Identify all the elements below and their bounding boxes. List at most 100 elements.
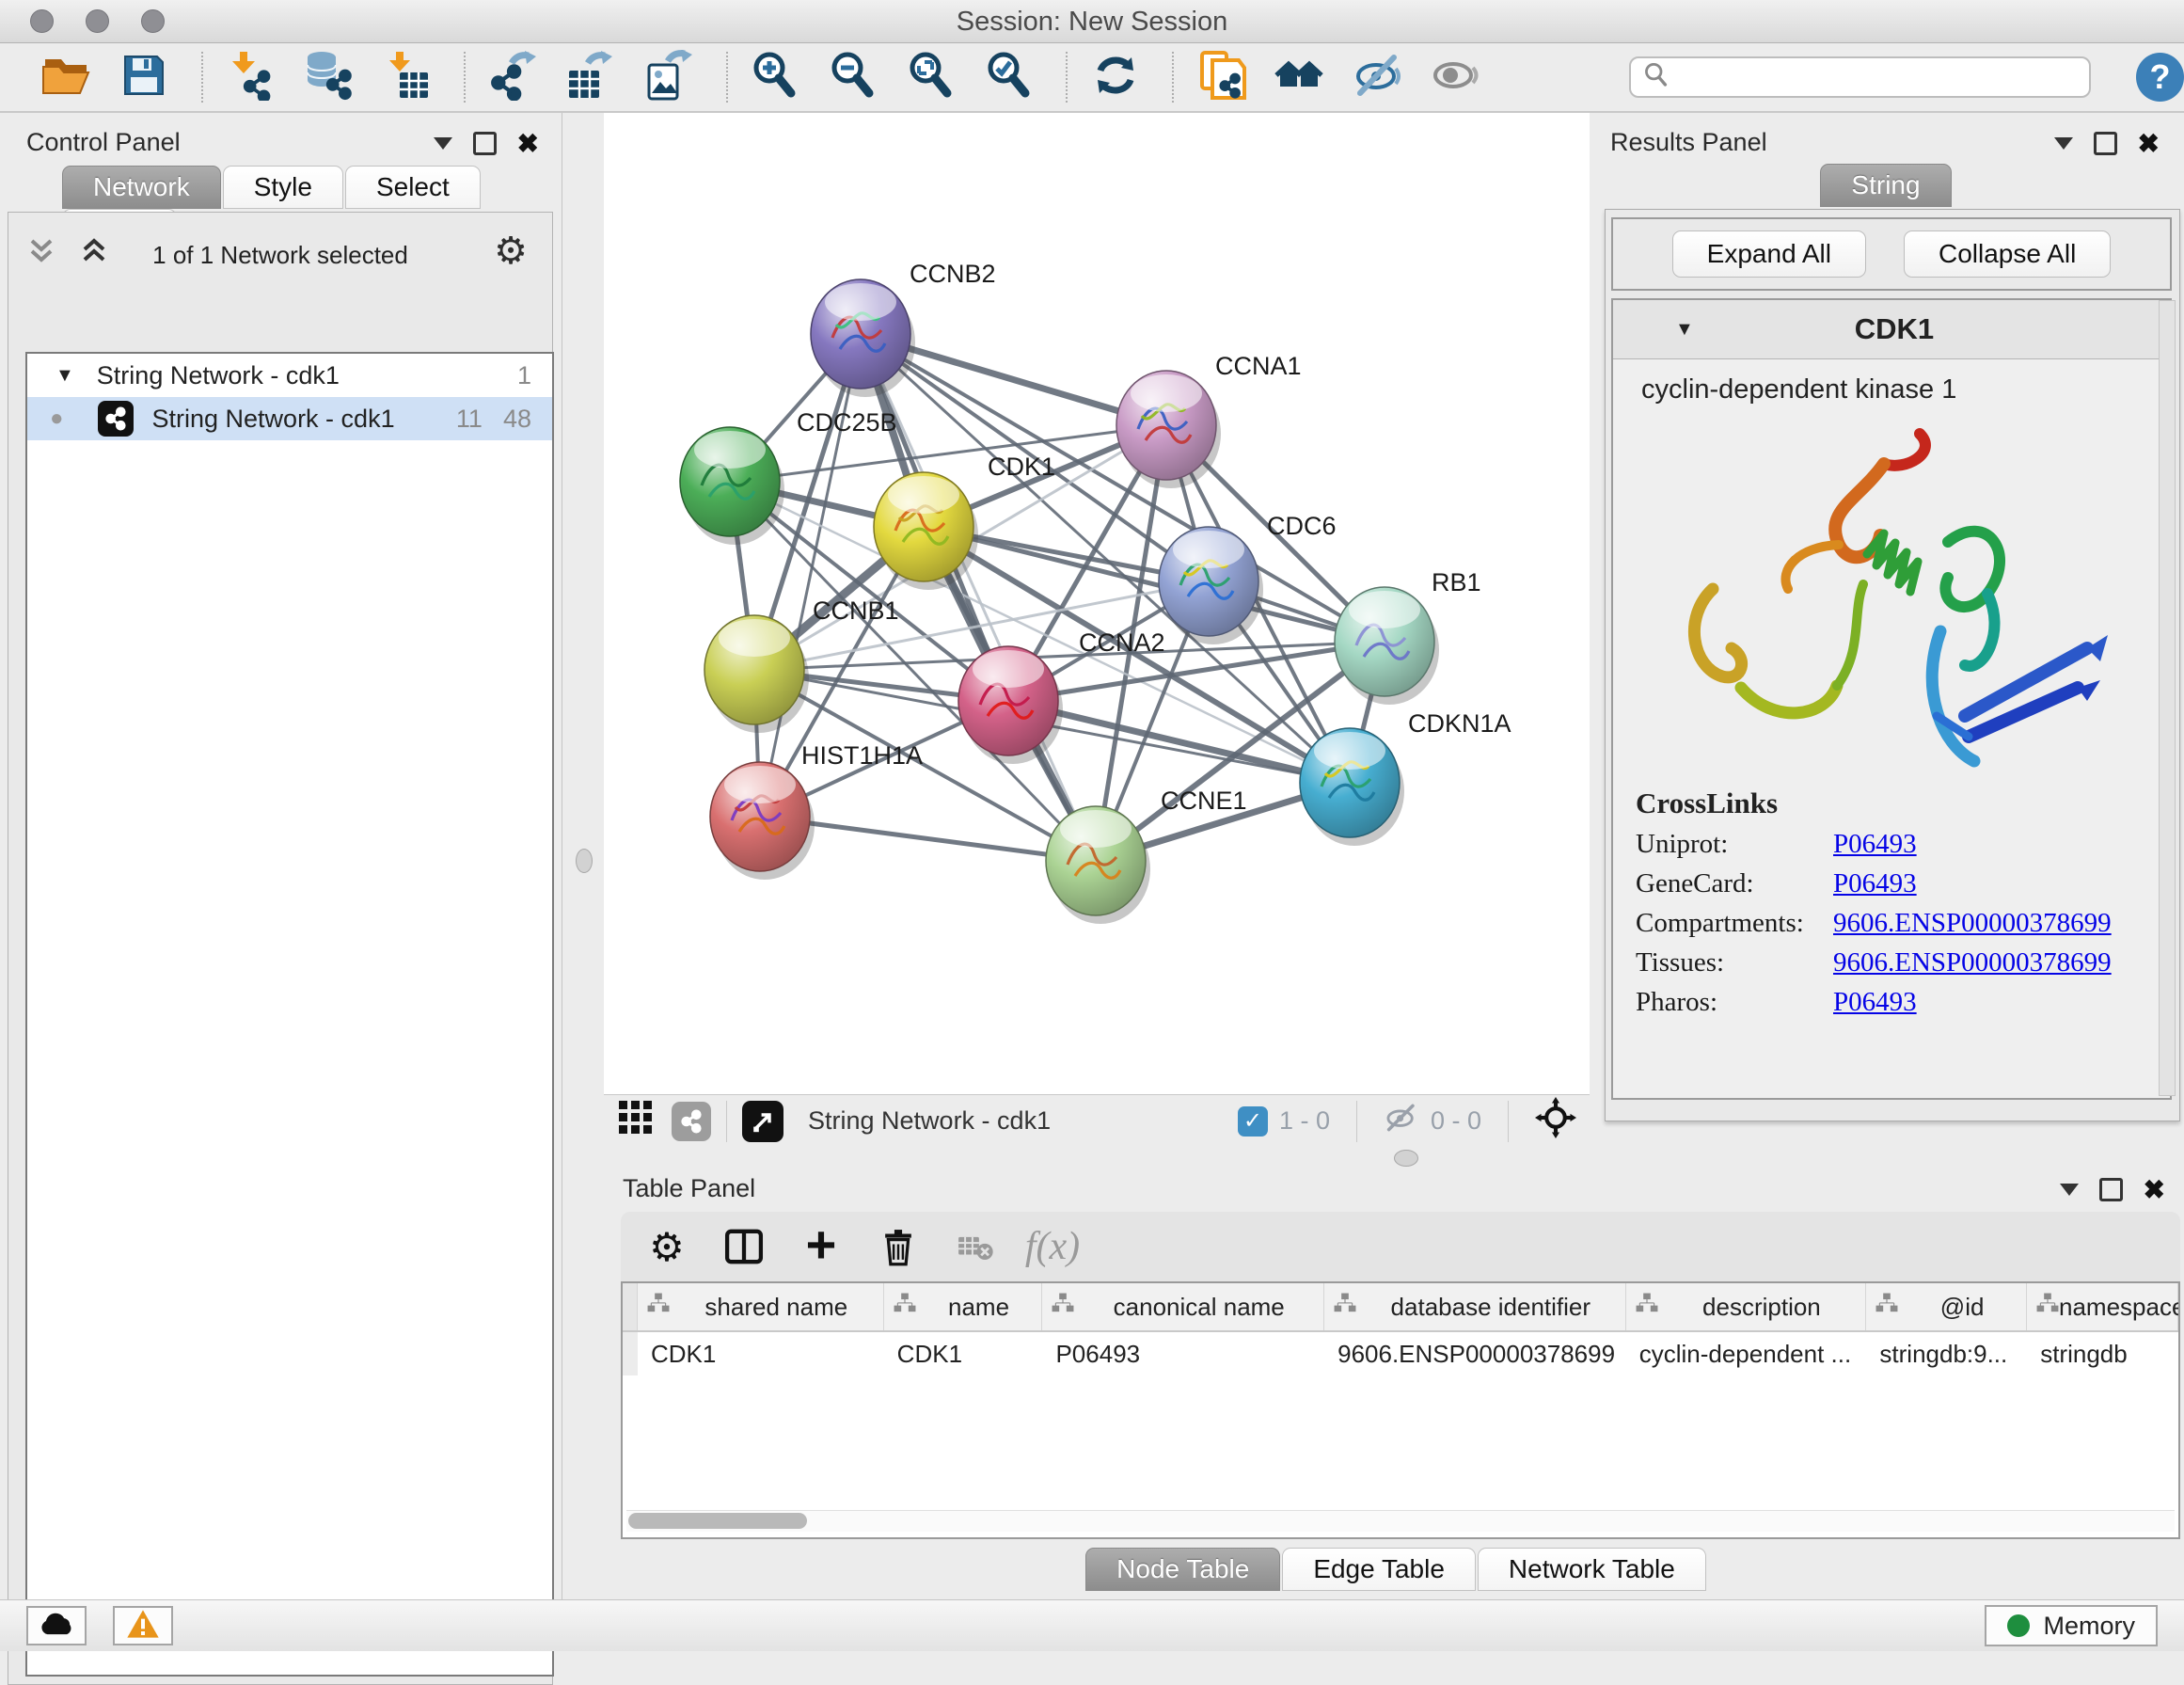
zoom-fit-content-button[interactable] <box>904 50 957 104</box>
table-cell[interactable]: CDK1 <box>638 1340 884 1369</box>
network-node-CDC25B[interactable] <box>680 427 784 545</box>
control-panel-close-icon[interactable]: ✖ <box>517 135 539 153</box>
column-header-canonical-name[interactable]: canonical name <box>1042 1283 1324 1330</box>
save-session-button[interactable] <box>118 50 171 104</box>
export-image-button[interactable] <box>642 50 696 104</box>
network-collection-row[interactable]: ▼ String Network - cdk1 1 <box>27 354 552 397</box>
column-header-shared-name[interactable]: shared name <box>638 1283 884 1330</box>
hide-selected-button[interactable] <box>1351 50 1404 104</box>
delete-column-trash-icon[interactable] <box>871 1219 926 1274</box>
scrollbar-thumb[interactable] <box>628 1513 807 1529</box>
clone-network-button[interactable] <box>1195 50 1248 104</box>
import-network-icon <box>225 50 276 105</box>
bottom-splitter-handle[interactable] <box>1394 1150 1418 1167</box>
results-panel-float-icon[interactable] <box>2094 132 2117 155</box>
table-cell[interactable]: 9606.ENSP00000378699 <box>1324 1340 1626 1369</box>
refresh-view-button[interactable] <box>1088 50 1142 104</box>
import-table-from-file-button[interactable] <box>380 50 434 104</box>
export-table-button[interactable] <box>564 50 618 104</box>
zoom-out-button[interactable] <box>826 50 879 104</box>
network-node-CCNE1[interactable] <box>1046 806 1150 924</box>
column-header-namespace[interactable]: namespace <box>2027 1283 2178 1330</box>
table-panel-float-icon[interactable] <box>2099 1178 2123 1201</box>
table-row[interactable]: CDK1CDK1P064939606.ENSP00000378699cyclin… <box>623 1332 2178 1375</box>
network-row-selected[interactable]: ● String Network - cdk1 11 48 <box>27 397 552 440</box>
expand-all-button[interactable]: Expand All <box>1672 230 1866 278</box>
column-header-description[interactable]: description <box>1626 1283 1867 1330</box>
control-panel-float-icon[interactable] <box>473 132 497 155</box>
hidden-eye-slash-icon[interactable] <box>1384 1100 1419 1142</box>
help-button[interactable]: ? <box>2136 53 2184 102</box>
tab-string[interactable]: String <box>1820 164 1951 207</box>
table-cell[interactable]: cyclin-dependent ... <box>1626 1340 1867 1369</box>
function-builder-icon[interactable]: f(x) <box>1025 1219 1080 1274</box>
network-node-CDK1[interactable] <box>874 472 978 590</box>
section-collapse-triangle-icon[interactable]: ▼ <box>1675 319 1694 341</box>
show-columns-icon[interactable] <box>717 1219 771 1274</box>
add-column-plus-icon[interactable]: + <box>794 1216 848 1277</box>
table-settings-gear-icon[interactable]: ⚙ <box>640 1219 694 1274</box>
results-panel-collapse-icon[interactable] <box>2054 137 2073 150</box>
network-node-CCNA2[interactable] <box>958 646 1063 764</box>
delete-table-icon[interactable] <box>948 1219 1003 1274</box>
network-node-RB1[interactable] <box>1335 587 1439 705</box>
collapse-all-button[interactable]: Collapse All <box>1904 230 2111 278</box>
eye-slash-icon <box>1353 50 1403 105</box>
grid-view-icon[interactable] <box>617 1099 655 1143</box>
table-panel-close-icon[interactable]: ✖ <box>2144 1181 2165 1200</box>
gene-name: CDK1 <box>1855 312 1934 346</box>
show-all-button[interactable] <box>1429 50 1482 104</box>
tab-network[interactable]: Network <box>62 166 221 209</box>
crosslink-row: Pharos:P06493 <box>1613 987 2170 1018</box>
import-network-from-database-button[interactable] <box>302 50 356 104</box>
crosslink-link[interactable]: P06493 <box>1833 868 1917 899</box>
open-session-button[interactable] <box>40 50 93 104</box>
export-network-button[interactable] <box>486 50 540 104</box>
control-panel-collapse-icon[interactable] <box>434 137 452 150</box>
network-view-canvas[interactable]: CCNB2CCNA1CDC25BCDK1CDC6RB1CCNB1CCNA2CDK… <box>604 113 1591 1094</box>
selected-checkbox-icon[interactable]: ✓ <box>1238 1106 1268 1137</box>
results-scrollbar[interactable] <box>2159 300 2176 1096</box>
cloud-status-button[interactable] <box>26 1606 87 1645</box>
gene-section-header[interactable]: ▼ CDK1 <box>1613 300 2170 359</box>
left-splitter-handle[interactable] <box>576 849 593 873</box>
tab-select[interactable]: Select <box>345 166 481 209</box>
gear-icon[interactable]: ⚙ <box>494 230 528 273</box>
crosslink-link[interactable]: 9606.ENSP00000378699 <box>1833 947 2112 978</box>
tab-node-table[interactable]: Node Table <box>1085 1548 1280 1591</box>
table-horizontal-scrollbar[interactable] <box>626 1510 2175 1532</box>
network-share-view-icon[interactable] <box>672 1102 711 1141</box>
crosslink-link[interactable]: 9606.ENSP00000378699 <box>1833 908 2112 939</box>
tab-network-table[interactable]: Network Table <box>1478 1548 1706 1591</box>
network-node-CDC6[interactable] <box>1159 527 1263 644</box>
table-cell[interactable]: P06493 <box>1042 1340 1324 1369</box>
table-cell[interactable]: CDK1 <box>884 1340 1043 1369</box>
warnings-button[interactable] <box>113 1606 173 1645</box>
table-cell[interactable]: stringdb:9... <box>1866 1340 2027 1369</box>
table-panel-collapse-icon[interactable] <box>2060 1184 2079 1196</box>
search-input[interactable] <box>1629 56 2091 98</box>
column-header-name[interactable]: name <box>884 1283 1043 1330</box>
tree-collapse-triangle-icon[interactable]: ▼ <box>55 365 74 387</box>
birds-eye-view-icon[interactable] <box>742 1101 783 1142</box>
network-node-CDKN1A[interactable] <box>1300 728 1404 846</box>
column-header--id[interactable]: @id <box>1866 1283 2027 1330</box>
crosslink-link[interactable]: P06493 <box>1833 829 1917 860</box>
network-node-CCNA1[interactable] <box>1116 371 1221 488</box>
crosslink-link[interactable]: P06493 <box>1833 987 1917 1018</box>
row-header[interactable] <box>623 1332 638 1375</box>
network-node-CCNB2[interactable] <box>811 279 915 397</box>
memory-button[interactable]: Memory <box>1985 1605 2158 1646</box>
column-header-database-identifier[interactable]: database identifier <box>1324 1283 1626 1330</box>
crosshair-icon[interactable] <box>1535 1097 1576 1145</box>
tab-edge-table[interactable]: Edge Table <box>1282 1548 1476 1591</box>
zoom-in-button[interactable] <box>749 50 802 104</box>
import-network-from-file-button[interactable] <box>224 50 277 104</box>
crosslink-row: Uniprot:P06493 <box>1613 829 2170 860</box>
tab-style[interactable]: Style <box>223 166 343 209</box>
show-neighborhood-button[interactable] <box>1273 50 1326 104</box>
results-panel-close-icon[interactable]: ✖ <box>2138 135 2160 153</box>
zoom-selected-button[interactable] <box>982 50 1036 104</box>
table-cell[interactable]: stringdb <box>2027 1340 2178 1369</box>
network-node-HIST1H1A[interactable] <box>710 762 815 880</box>
